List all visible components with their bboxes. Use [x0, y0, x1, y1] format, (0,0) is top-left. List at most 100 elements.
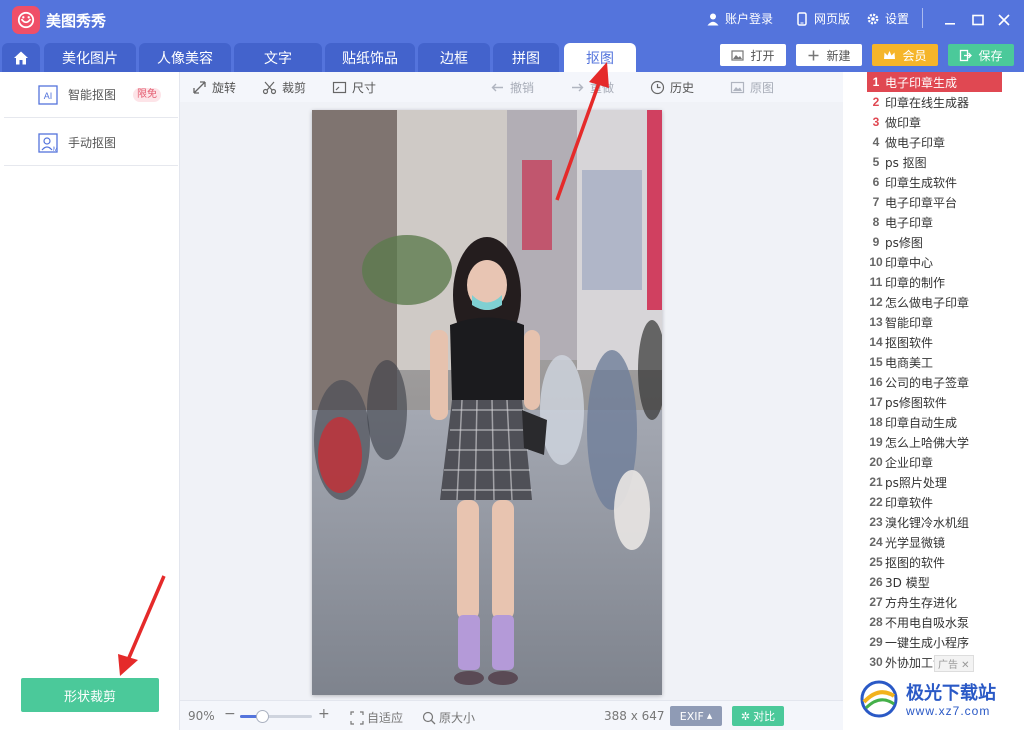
street-portrait-image — [312, 110, 662, 695]
ad-keyword-label: 智能印章 — [885, 315, 934, 330]
redo-button[interactable]: 重做 — [570, 79, 614, 96]
edited-photo[interactable] — [312, 110, 662, 695]
manual-cutout-icon: M — [38, 132, 58, 153]
tab-portrait[interactable]: 人像美容 — [139, 43, 231, 72]
ad-keyword-rank: 29 — [869, 635, 883, 649]
ad-keyword-item[interactable]: 14 抠图软件 — [867, 332, 1002, 352]
manual-cutout-label: 手动抠图 — [68, 136, 117, 150]
tab-stickers[interactable]: 贴纸饰品 — [325, 43, 415, 72]
ad-keyword-label: 印章在线生成器 — [885, 95, 970, 110]
web-version-button[interactable]: 网页版 — [795, 10, 850, 27]
ad-keyword-item[interactable]: 5 ps 抠图 — [867, 152, 1002, 172]
ad-keyword-item[interactable]: 27 方舟生存进化 — [867, 592, 1002, 612]
ad-keyword-item[interactable]: 22 印章软件 — [867, 492, 1002, 512]
ad-keyword-rank: 17 — [869, 395, 883, 409]
undo-button[interactable]: 撤销 — [490, 79, 534, 96]
ad-keyword-label: 公司的电子签章 — [885, 375, 970, 390]
ad-keyword-item[interactable]: 16 公司的电子签章 — [867, 372, 1002, 392]
save-button[interactable]: 保存 — [948, 44, 1014, 66]
ad-keyword-item[interactable]: 8 电子印章 — [867, 212, 1002, 232]
tab-frames[interactable]: 边框 — [418, 43, 490, 72]
ad-keyword-item[interactable]: 18 印章自动生成 — [867, 412, 1002, 432]
member-button[interactable]: 会员 — [872, 44, 938, 66]
fit-button[interactable]: 自适应 — [350, 709, 403, 726]
ad-keyword-item[interactable]: 29 一键生成小程序 — [867, 632, 1002, 652]
open-button[interactable]: 打开 — [720, 44, 786, 66]
shape-crop-button[interactable]: 形状裁剪 — [21, 678, 159, 712]
exif-button[interactable]: EXIF ▲ — [670, 706, 722, 726]
new-button[interactable]: 新建 — [796, 44, 862, 66]
ad-keyword-item[interactable]: 1 电子印章生成 — [867, 72, 1002, 92]
resize-icon — [332, 81, 347, 94]
image-canvas[interactable] — [180, 102, 843, 700]
ad-keyword-label: 印章生成软件 — [885, 175, 958, 190]
ad-keyword-item[interactable]: 4 做电子印章 — [867, 132, 1002, 152]
ad-keyword-item[interactable]: 12 怎么做电子印章 — [867, 292, 1002, 312]
tab-cutout[interactable]: 抠图 — [564, 43, 636, 72]
titlebar-divider — [922, 8, 923, 28]
ad-keyword-item[interactable]: 7 电子印章平台 — [867, 192, 1002, 212]
ad-keyword-rank: 28 — [869, 615, 883, 629]
user-icon — [707, 13, 719, 25]
home-tab[interactable] — [2, 43, 40, 72]
smart-cutout-item[interactable]: AI 智能抠图 限免 — [4, 72, 178, 118]
zoom-out-button[interactable]: − — [224, 706, 236, 722]
ad-keyword-item[interactable]: 19 怎么上哈佛大学 — [867, 432, 1002, 452]
ad-keyword-item[interactable]: 26 3D 模型 — [867, 572, 1002, 592]
exif-label: EXIF — [679, 709, 704, 723]
ad-keyword-rank: 12 — [869, 295, 883, 309]
zoom-slider-handle[interactable] — [255, 710, 269, 723]
ad-keyword-panel: 1 电子印章生成 2 印章在线生成器 3 做印章 4 做电子印章 5 ps 抠图 6 印章生成软件 7 电… — [843, 72, 1024, 730]
ad-keyword-item[interactable]: 24 光学显微镜 — [867, 532, 1002, 552]
ad-keyword-item[interactable]: 21 ps照片处理 — [867, 472, 1002, 492]
ad-keyword-rank: 25 — [869, 555, 883, 569]
ad-keyword-item[interactable]: 2 印章在线生成器 — [867, 92, 1002, 112]
title-bar: 美图秀秀 账户登录 网页版 设置 — [0, 0, 1024, 40]
history-button[interactable]: 历史 — [650, 79, 694, 96]
ad-keyword-item[interactable]: 13 智能印章 — [867, 312, 1002, 332]
ad-tag[interactable]: 广告 ✕ — [934, 655, 974, 672]
ad-keyword-item[interactable]: 25 抠图的软件 — [867, 552, 1002, 572]
minimize-button[interactable] — [940, 10, 960, 30]
ad-keyword-item[interactable]: 6 印章生成软件 — [867, 172, 1002, 192]
ad-keyword-item[interactable]: 28 不用电自吸水泵 — [867, 612, 1002, 632]
ad-keyword-item[interactable]: 3 做印章 — [867, 112, 1002, 132]
close-icon — [998, 14, 1010, 26]
cutout-tools-panel: AI 智能抠图 限免 M 手动抠图 形状裁剪 — [0, 72, 180, 730]
ad-keyword-label: 印章自动生成 — [885, 415, 958, 430]
maximize-button[interactable] — [968, 10, 988, 30]
phone-icon — [797, 11, 807, 26]
original-size-button[interactable]: 原大小 — [422, 709, 475, 726]
ad-keyword-rank: 18 — [869, 415, 883, 429]
ad-keyword-item[interactable]: 9 ps修图 — [867, 232, 1002, 252]
ad-keyword-item[interactable]: 15 电商美工 — [867, 352, 1002, 372]
member-label: 会员 — [902, 48, 927, 63]
settings-button[interactable]: 设置 — [866, 10, 909, 27]
ad-keyword-label: ps修图 — [885, 235, 923, 250]
account-login-button[interactable]: 账户登录 — [706, 10, 773, 27]
rotate-button[interactable]: 旋转 — [192, 79, 236, 96]
ad-keyword-item[interactable]: 10 印章中心 — [867, 252, 1002, 272]
ad-keyword-item[interactable]: 17 ps修图软件 — [867, 392, 1002, 412]
ad-keyword-item[interactable]: 23 溴化锂冷水机组 — [867, 512, 1002, 532]
ad-keyword-rank: 6 — [872, 175, 880, 189]
crop-button[interactable]: 裁剪 — [262, 79, 306, 96]
ad-keyword-label: 做印章 — [885, 115, 922, 130]
ad-keyword-item[interactable]: 11 印章的制作 — [867, 272, 1002, 292]
tab-beautify[interactable]: 美化图片 — [44, 43, 136, 72]
zoom-in-button[interactable]: + — [318, 706, 330, 722]
size-button[interactable]: 尺寸 — [332, 79, 376, 96]
tab-text[interactable]: 文字 — [234, 43, 322, 72]
status-bar: 90% − + 自适应 原大小 388 x 647 EXIF ▲ ✲ 对比 — [180, 700, 843, 730]
minimize-icon — [945, 23, 955, 25]
watermark-name: 极光下载站 — [906, 683, 996, 704]
zoom-slider[interactable] — [240, 710, 312, 723]
tab-collage[interactable]: 拼图 — [493, 43, 559, 72]
close-button[interactable] — [994, 10, 1014, 30]
compare-button[interactable]: ✲ 对比 — [732, 706, 784, 726]
original-button[interactable]: 原图 — [730, 79, 774, 96]
ad-keyword-item[interactable]: 20 企业印章 — [867, 452, 1002, 472]
ad-keyword-label: 怎么做电子印章 — [885, 295, 970, 310]
manual-cutout-item[interactable]: M 手动抠图 — [4, 120, 178, 166]
size-label: 尺寸 — [352, 81, 377, 95]
